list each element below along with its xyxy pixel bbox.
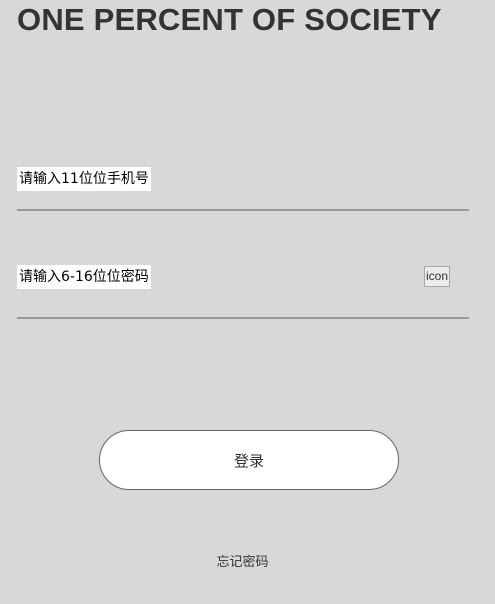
phone-field <box>17 166 469 211</box>
forgot-password-link[interactable]: 忘记密码 <box>0 551 485 570</box>
password-input[interactable] <box>17 265 151 289</box>
password-field: icon <box>17 265 469 319</box>
password-underline <box>17 317 469 319</box>
login-button[interactable]: 登录 <box>99 430 399 490</box>
login-page: ONE PERCENT OF SOCIETY icon 登录 忘记密码 <box>0 0 495 604</box>
phone-underline <box>17 209 469 211</box>
phone-input[interactable] <box>17 167 151 191</box>
show-password-icon[interactable]: icon <box>424 266 450 287</box>
brand-title: ONE PERCENT OF SOCIETY <box>17 2 442 37</box>
